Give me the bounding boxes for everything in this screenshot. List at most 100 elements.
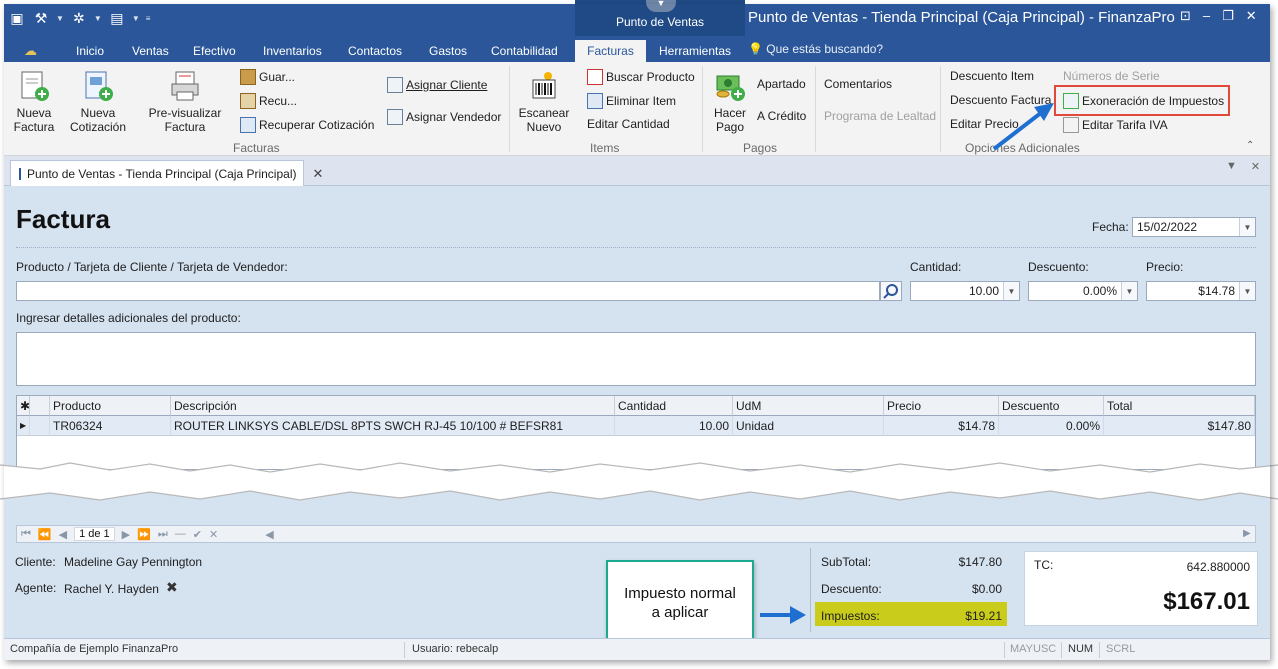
customize-qat-icon[interactable]: ≡ xyxy=(146,14,151,23)
prev-page-group-icon[interactable]: ⏪ xyxy=(38,528,52,541)
close-icon[interactable]: ✕ xyxy=(1251,160,1260,173)
cell-descuento[interactable]: 0.00% xyxy=(999,416,1104,436)
product-input[interactable] xyxy=(16,281,880,301)
column-header-cantidad[interactable]: Cantidad xyxy=(615,396,733,416)
comentarios-button[interactable]: Comentarios xyxy=(824,77,892,91)
next-page-group-icon[interactable]: ⏩ xyxy=(137,528,151,541)
restore-icon[interactable]: ❐ xyxy=(1222,8,1234,24)
status-mayusc: MAYUSC xyxy=(1010,643,1057,655)
search-icon[interactable] xyxy=(880,281,902,301)
app-menu-icon[interactable]: ▣ xyxy=(8,10,26,27)
cancel-icon[interactable]: ✕ xyxy=(209,528,218,541)
asignar-cliente-button[interactable]: Asignar Cliente xyxy=(387,77,487,93)
last-page-icon[interactable]: ⏭ xyxy=(158,528,168,541)
tell-me-search[interactable]: 💡 Que estás buscando? xyxy=(748,42,883,56)
gear-icon[interactable]: ✲ xyxy=(70,10,88,27)
cell-udm[interactable]: Unidad xyxy=(733,416,884,436)
agente-value[interactable]: Rachel Y. Hayden xyxy=(64,582,159,596)
scroll-right-icon[interactable]: ▶ xyxy=(1243,528,1251,539)
editar-cantidad-button[interactable]: Editar Cantidad xyxy=(587,117,670,131)
tab-efectivo[interactable]: Efectivo xyxy=(193,44,236,58)
chevron-down-icon[interactable]: ▼ xyxy=(1121,282,1137,300)
buscar-producto-button[interactable]: Buscar Producto xyxy=(587,69,695,85)
document-tab[interactable]: Punto de Ventas - Tienda Principal (Caja… xyxy=(10,160,323,186)
cell-cantidad[interactable]: 10.00 xyxy=(615,416,733,436)
chevron-down-icon[interactable]: ▼ xyxy=(1226,160,1237,173)
nueva-factura-button[interactable]: Nueva Factura xyxy=(12,70,56,134)
chevron-down-icon[interactable]: ▼ xyxy=(1003,282,1019,300)
tab-ventas[interactable]: Ventas xyxy=(132,44,169,58)
cell-total[interactable]: $147.80 xyxy=(1104,416,1255,436)
row-pointer-icon: ▶ xyxy=(17,416,30,436)
tab-facturas[interactable]: Facturas xyxy=(575,40,646,62)
cell-descripcion[interactable]: ROUTER LINKSYS CABLE/DSL 8PTS SWCH RJ-45… xyxy=(171,416,615,436)
table-row[interactable] xyxy=(30,416,50,436)
first-page-icon[interactable]: ⏮ xyxy=(21,528,31,541)
save-icon[interactable]: ▤ xyxy=(108,10,126,27)
tools-icon[interactable]: ⚒ xyxy=(32,10,50,27)
group-divider xyxy=(940,66,941,152)
numeros-serie-button[interactable]: Números de Serie xyxy=(1063,69,1160,83)
cantidad-field[interactable]: 10.00 ▼ xyxy=(910,281,1020,301)
tab-gastos[interactable]: Gastos xyxy=(429,44,467,58)
tab-inventarios[interactable]: Inventarios xyxy=(263,44,322,58)
save-icon xyxy=(240,69,256,85)
a-credito-button[interactable]: A Crédito xyxy=(757,109,806,123)
chevron-down-icon[interactable]: ▼ xyxy=(132,14,140,23)
close-icon[interactable]: ✕ xyxy=(1246,8,1257,24)
descuento-item-button[interactable]: Descuento Item xyxy=(950,69,1034,83)
precio-field[interactable]: $14.78 ▼ xyxy=(1146,281,1256,301)
prev-page-icon[interactable]: ◀ xyxy=(59,528,67,541)
chevron-down-icon[interactable]: ▼ xyxy=(1239,282,1255,300)
fecha-date-picker[interactable]: 15/02/2022 ▼ xyxy=(1132,217,1256,237)
recuperar-button[interactable]: Recu... xyxy=(240,93,297,109)
chevron-down-icon[interactable]: ▼ xyxy=(94,14,102,23)
tab-inicio[interactable]: Inicio xyxy=(76,44,104,58)
remove-icon[interactable]: — xyxy=(175,528,186,540)
tab-contactos[interactable]: Contactos xyxy=(348,44,402,58)
apartado-button[interactable]: Apartado xyxy=(757,77,806,91)
column-header-precio[interactable]: Precio xyxy=(884,396,999,416)
asignar-vendedor-button[interactable]: Asignar Vendedor xyxy=(387,109,501,125)
descuento-field[interactable]: 0.00% ▼ xyxy=(1028,281,1138,301)
cell-producto[interactable]: TR06324 xyxy=(50,416,171,436)
column-header-producto[interactable]: Producto xyxy=(50,396,171,416)
app-logo-icon[interactable]: ☁ xyxy=(24,43,37,59)
cell-precio[interactable]: $14.78 xyxy=(884,416,999,436)
scroll-left-icon[interactable]: ◀ xyxy=(265,528,273,541)
minimize-icon[interactable]: – xyxy=(1203,8,1210,24)
tab-contabilidad[interactable]: Contabilidad xyxy=(491,44,558,58)
chevron-down-icon[interactable]: ▼ xyxy=(56,14,64,23)
chevron-down-icon[interactable]: ▼ xyxy=(1239,218,1255,236)
search-hint-text: Que estás buscando? xyxy=(766,42,884,56)
column-header-descuento[interactable]: Descuento xyxy=(999,396,1104,416)
collapse-ribbon-icon[interactable]: ⌃ xyxy=(1246,140,1254,151)
precio-value: $14.78 xyxy=(1198,284,1235,298)
guardar-button[interactable]: Guar... xyxy=(240,69,295,85)
escanear-nuevo-button[interactable]: Escanear Nuevo xyxy=(518,70,570,134)
programa-lealtad-button[interactable]: Programa de Lealtad xyxy=(824,109,936,123)
check-icon[interactable]: ✔ xyxy=(193,528,202,541)
ribbon-display-icon[interactable]: ⊡ xyxy=(1180,8,1191,24)
document-tab-label: Punto de Ventas - Tienda Principal (Caja… xyxy=(27,166,297,181)
delete-item-icon xyxy=(587,93,603,109)
cliente-value[interactable]: Madeline Gay Pennington xyxy=(64,555,202,569)
column-header-udm[interactable]: UdM xyxy=(733,396,884,416)
next-page-icon[interactable]: ▶ xyxy=(122,528,130,541)
editar-tarifa-iva-button[interactable]: Editar Tarifa IVA xyxy=(1063,117,1168,133)
details-textarea[interactable] xyxy=(16,332,1256,386)
assign-client-icon xyxy=(387,77,403,93)
previsualizar-factura-button[interactable]: Pre-visualizar Factura xyxy=(146,70,224,134)
recuperar-cotizacion-button[interactable]: Recuperar Cotización xyxy=(240,117,374,133)
column-header-descripcion[interactable]: Descripción xyxy=(171,396,615,416)
close-icon[interactable]: ✕ xyxy=(312,166,323,182)
hacer-pago-button[interactable]: Hacer Pago xyxy=(710,70,750,134)
nueva-cotizacion-button[interactable]: Nueva Cotización xyxy=(68,70,128,134)
pos-icon xyxy=(19,167,21,180)
remove-agent-icon[interactable]: ✖ xyxy=(166,579,178,596)
new-invoice-icon xyxy=(21,71,49,101)
tab-herramientas[interactable]: Herramientas xyxy=(659,44,731,58)
eliminar-item-button[interactable]: Eliminar Item xyxy=(587,93,676,109)
chevron-down-icon[interactable]: ▼ xyxy=(646,0,676,12)
column-header-total[interactable]: Total xyxy=(1104,396,1255,416)
